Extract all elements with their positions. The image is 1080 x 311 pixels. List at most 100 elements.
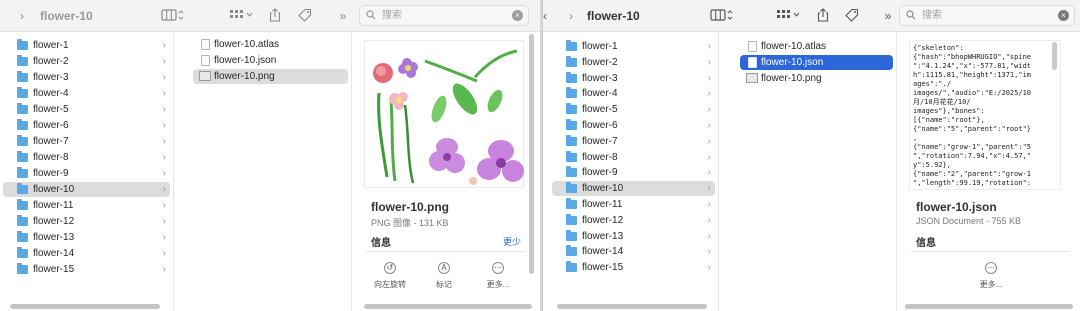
view-columns-icon[interactable] xyxy=(709,8,735,24)
json-code-line: ages":"./ xyxy=(913,80,951,88)
folder-icon xyxy=(566,261,577,273)
preview-file-kind: JSON Document - 755 KB xyxy=(916,216,1022,226)
folder-name: flower-14 xyxy=(582,246,624,258)
folder-icon xyxy=(566,229,577,241)
folder-row[interactable]: flower-12 › xyxy=(3,214,170,229)
folder-row[interactable]: flower-13 › xyxy=(552,229,715,244)
folder-icon xyxy=(566,71,577,83)
folder-row[interactable]: flower-4 › xyxy=(3,86,170,101)
folder-row[interactable]: flower-5 › xyxy=(552,102,715,117)
json-code-line: ","length":99.19,"rotation": xyxy=(913,179,1032,187)
json-preview: {"skeleton": {"hash":"bhopWHRUGIO","spine… xyxy=(909,40,1061,190)
file-row[interactable]: flower-10.json xyxy=(193,53,348,68)
divider xyxy=(366,251,524,252)
folder-name: flower-12 xyxy=(582,214,624,226)
folder-row[interactable]: flower-9 › xyxy=(552,165,715,180)
folder-row[interactable]: flower-12 › xyxy=(552,213,715,228)
folder-name: flower-5 xyxy=(582,104,618,116)
folder-row[interactable]: flower-3 › xyxy=(3,70,170,85)
chevron-right-icon: › xyxy=(707,167,711,179)
finder-window-right: ‹ › flower-10 » 搜索 × flower-1 › flower-2 › f… xyxy=(542,0,1080,311)
more-action[interactable]: ⋯ 更多... xyxy=(476,262,520,290)
folder-name: flower-7 xyxy=(582,135,618,147)
folders-column-scrollbar[interactable] xyxy=(10,304,160,309)
more-label: 更多... xyxy=(486,280,510,289)
folder-row[interactable]: flower-9 › xyxy=(3,166,170,181)
folder-row[interactable]: flower-11 › xyxy=(552,197,715,212)
search-field[interactable]: 搜索 × xyxy=(359,5,529,26)
folder-row[interactable]: flower-2 › xyxy=(3,54,170,69)
json-code-line: 月/10月花花/10/ xyxy=(913,98,971,106)
file-name: flower-10.png xyxy=(214,71,275,82)
folder-row[interactable]: flower-14 › xyxy=(552,244,715,259)
more-toolbar-chevrons-icon[interactable]: » xyxy=(881,8,895,24)
folder-icon xyxy=(566,198,577,209)
folders-column-scrollbar[interactable] xyxy=(557,304,707,309)
folder-row[interactable]: flower-13 › xyxy=(3,230,170,245)
tag-icon[interactable] xyxy=(296,8,314,24)
file-row[interactable]: flower-10.json xyxy=(740,54,893,70)
chevron-right-icon: › xyxy=(162,40,166,51)
forward-chevron-icon[interactable]: › xyxy=(14,8,30,24)
share-icon[interactable] xyxy=(267,8,283,24)
folder-name: flower-3 xyxy=(582,72,618,84)
folder-row[interactable]: flower-1 › xyxy=(3,38,170,53)
folder-name: flower-15 xyxy=(33,264,75,275)
more-ellipsis-icon: ⋯ xyxy=(985,262,997,274)
preview-scrollbar[interactable] xyxy=(529,34,534,274)
document-file-icon xyxy=(748,56,757,68)
toolbar: › flower-10 » 搜索 × xyxy=(0,0,540,32)
folder-row[interactable]: flower-10 › xyxy=(552,181,715,197)
folder-row[interactable]: flower-15 › xyxy=(552,260,715,275)
folder-row[interactable]: flower-8 › xyxy=(552,150,715,165)
folder-name: flower-11 xyxy=(582,199,623,210)
rotate-left-action[interactable]: ↺ 向左旋转 xyxy=(368,262,412,290)
preview-hscrollbar[interactable] xyxy=(905,304,1073,309)
folder-name: flower-1 xyxy=(582,41,618,52)
share-icon[interactable] xyxy=(815,8,831,24)
file-name: flower-10.png xyxy=(761,72,822,84)
chevron-right-icon: › xyxy=(162,56,166,67)
tag-icon[interactable] xyxy=(843,8,861,24)
folder-icon xyxy=(566,213,577,225)
folder-row[interactable]: flower-11 › xyxy=(3,198,170,213)
folder-row[interactable]: flower-8 › xyxy=(3,150,170,165)
group-grid-icon[interactable] xyxy=(228,8,256,24)
folder-row[interactable]: flower-2 › xyxy=(552,55,715,70)
json-code-line: ","rotation":7.94,"x":4.57," xyxy=(913,152,1032,160)
folder-row[interactable]: flower-14 › xyxy=(3,246,170,261)
folder-row[interactable]: flower-1 › xyxy=(552,39,715,54)
folder-row[interactable]: flower-6 › xyxy=(552,118,715,133)
file-row[interactable]: flower-10.png xyxy=(193,69,348,84)
file-row[interactable]: flower-10.atlas xyxy=(740,39,893,54)
folder-name: flower-14 xyxy=(33,248,75,259)
forward-chevron-icon[interactable]: › xyxy=(563,8,579,24)
clear-search-icon[interactable]: × xyxy=(512,10,523,21)
folder-name: flower-5 xyxy=(33,104,69,115)
show-less-link[interactable]: 更少 xyxy=(503,235,521,248)
more-action[interactable]: ⋯ 更多... xyxy=(969,262,1013,290)
folder-icon xyxy=(17,135,28,146)
clear-search-icon[interactable]: × xyxy=(1058,10,1069,21)
more-toolbar-chevrons-icon[interactable]: » xyxy=(336,8,350,24)
folder-name: flower-4 xyxy=(33,88,69,99)
folder-name: flower-2 xyxy=(33,56,69,67)
preview-hscrollbar[interactable] xyxy=(364,304,532,309)
folder-row[interactable]: flower-7 › xyxy=(3,134,170,149)
search-field[interactable]: 搜索 × xyxy=(899,5,1075,26)
search-placeholder: 搜索 xyxy=(382,10,402,21)
folder-row[interactable]: flower-5 › xyxy=(3,102,170,117)
folder-row[interactable]: flower-10 › xyxy=(3,182,170,197)
markup-action[interactable]: A 标记 xyxy=(422,262,466,290)
back-chevron-icon[interactable]: ‹ xyxy=(543,8,553,24)
code-scrollbar[interactable] xyxy=(1052,42,1057,70)
file-row[interactable]: flower-10.atlas xyxy=(193,37,348,52)
group-grid-icon[interactable] xyxy=(775,8,803,24)
folder-row[interactable]: flower-4 › xyxy=(552,86,715,101)
folder-row[interactable]: flower-15 › xyxy=(3,262,170,277)
folder-row[interactable]: flower-6 › xyxy=(3,118,170,133)
folder-row[interactable]: flower-3 › xyxy=(552,71,715,86)
view-columns-icon[interactable] xyxy=(160,8,186,24)
file-row[interactable]: flower-10.png xyxy=(740,71,893,86)
folder-row[interactable]: flower-7 › xyxy=(552,134,715,149)
